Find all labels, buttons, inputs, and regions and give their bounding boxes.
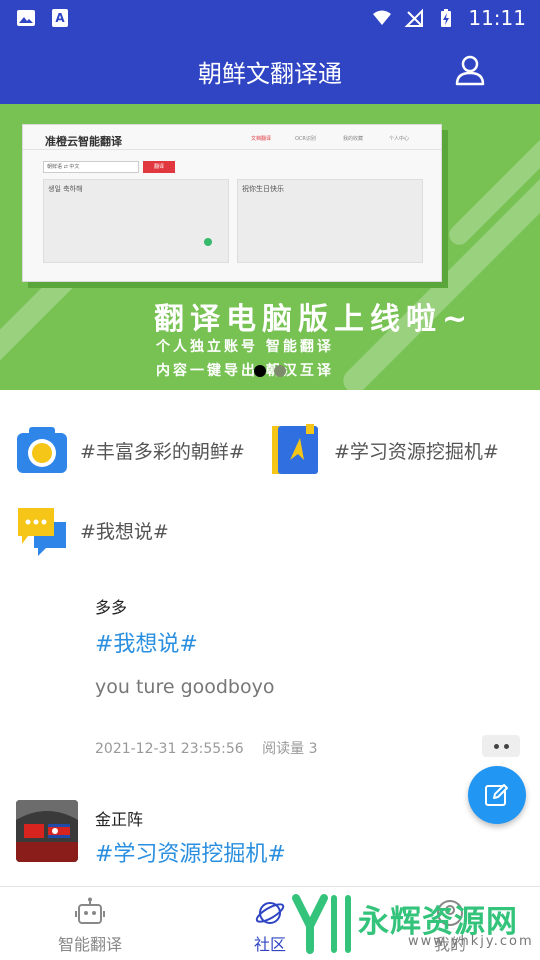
topic-label: #丰富多彩的朝鲜# bbox=[80, 440, 245, 463]
app-header: 朝鲜文翻译通 bbox=[0, 36, 540, 104]
screen-output-text: 祝你生日快乐 bbox=[242, 185, 284, 193]
screen-mic-icon bbox=[204, 238, 212, 246]
promo-banner[interactable]: 准橙云智能翻译 文档翻译 OCR识别 我的收藏 个人中心 朝鲜语 ⇄ 中文 翻译… bbox=[0, 104, 540, 390]
screen-translate-button: 翻译 bbox=[143, 161, 175, 173]
avatar-flags-image bbox=[16, 800, 78, 862]
screen-nav-item: OCR识别 bbox=[295, 136, 316, 142]
screen-divider bbox=[23, 149, 441, 150]
post-author[interactable]: 多多 bbox=[95, 594, 127, 618]
topic-study-resources[interactable]: #学习资源挖掘机# bbox=[270, 424, 499, 476]
status-bar: A 11:11 bbox=[0, 0, 540, 36]
watermark-logo-icon bbox=[292, 894, 351, 954]
screen-input-box: 생일 축하해 bbox=[43, 179, 229, 263]
screen-input-text: 생일 축하해 bbox=[48, 185, 83, 193]
edit-icon bbox=[485, 784, 508, 806]
post-timestamp: 2021-12-31 23:55:56 bbox=[95, 741, 244, 757]
battery-charging-icon bbox=[441, 9, 452, 27]
post-read-count: 阅读量 3 bbox=[262, 741, 318, 757]
camera-icon bbox=[17, 427, 67, 473]
post-meta: 2021-12-31 23:55:56 阅读量 3 bbox=[95, 738, 318, 758]
carousel-dot[interactable] bbox=[274, 365, 286, 377]
book-icon bbox=[272, 424, 318, 474]
topic-colorful-korea[interactable]: #丰富多彩的朝鲜# bbox=[16, 424, 245, 476]
carousel-indicator bbox=[0, 365, 540, 377]
planet-icon bbox=[255, 902, 285, 924]
topic-i-want-to-say[interactable]: #我想说# bbox=[16, 504, 169, 556]
topic-label: #学习资源挖掘机# bbox=[334, 440, 499, 463]
nav-label: 智能翻译 bbox=[57, 935, 122, 954]
nav-label: 社区 bbox=[253, 935, 286, 954]
post-content[interactable]: you ture goodboyo bbox=[95, 676, 275, 698]
screen-title: 准橙云智能翻译 bbox=[45, 135, 122, 148]
screen-nav-item: 文档翻译 bbox=[251, 136, 272, 142]
wifi-icon bbox=[373, 10, 392, 25]
post-more-button[interactable] bbox=[482, 735, 520, 757]
screen-nav-item: 个人中心 bbox=[389, 136, 410, 142]
no-signal-icon bbox=[404, 8, 424, 27]
avatar[interactable] bbox=[16, 800, 78, 862]
banner-feature-line: 个人独立账号 智能翻译 bbox=[156, 339, 334, 355]
post-author[interactable]: 金正阵 bbox=[95, 806, 143, 830]
compose-post-button[interactable] bbox=[468, 766, 526, 824]
image-icon bbox=[17, 10, 35, 26]
desktop-screenshot: 准橙云智能翻译 文档翻译 OCR识别 我的收藏 个人中心 朝鲜语 ⇄ 中文 翻译… bbox=[22, 124, 442, 282]
text-a-icon: A bbox=[52, 9, 68, 27]
banner-headline: 翻译电脑版上线啦~ bbox=[154, 302, 474, 337]
post-tag[interactable]: #学习资源挖掘机# bbox=[95, 836, 286, 868]
screen-output-box: 祝你生日快乐 bbox=[237, 179, 423, 263]
robot-icon bbox=[75, 897, 105, 924]
site-watermark: 永辉资源网 www.yhkjy.com bbox=[290, 890, 532, 956]
topic-label: #我想说# bbox=[80, 520, 169, 543]
nav-smart-translate[interactable]: 智能翻译 bbox=[0, 887, 180, 960]
clock-time: 11:11 bbox=[468, 6, 526, 30]
user-profile-icon[interactable] bbox=[452, 52, 488, 88]
screen-language-select: 朝鲜语 ⇄ 中文 bbox=[43, 161, 139, 173]
screen-nav-item: 我的收藏 bbox=[343, 136, 364, 142]
svg-text:A: A bbox=[55, 11, 65, 25]
post-tag[interactable]: #我想说# bbox=[95, 626, 198, 658]
carousel-dot-active[interactable] bbox=[254, 365, 266, 377]
watermark-url: www.yhkjy.com bbox=[408, 934, 534, 949]
chat-bubbles-icon bbox=[18, 508, 66, 556]
